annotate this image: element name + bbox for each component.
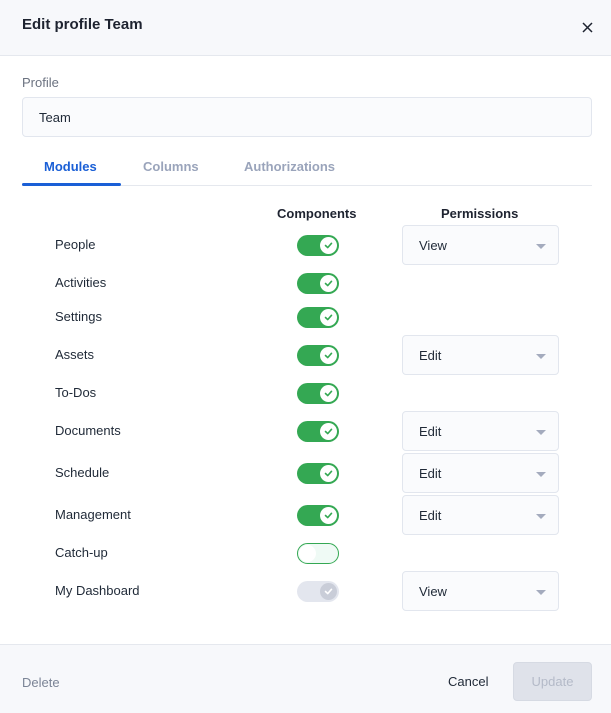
component-toggle bbox=[297, 581, 339, 602]
toggle-knob bbox=[299, 544, 316, 562]
component-toggle[interactable] bbox=[297, 235, 339, 256]
module-name: Schedule bbox=[55, 465, 110, 480]
permission-select[interactable]: Edit bbox=[402, 411, 559, 451]
permission-select[interactable]: Edit bbox=[402, 495, 559, 535]
permission-value: View bbox=[419, 238, 447, 253]
check-icon bbox=[324, 352, 333, 359]
module-name: Management bbox=[55, 507, 131, 522]
permission-select[interactable]: Edit bbox=[402, 335, 559, 375]
chevron-down-icon bbox=[536, 514, 546, 519]
profile-label: Profile bbox=[22, 75, 59, 90]
component-toggle[interactable] bbox=[297, 345, 339, 366]
module-name: To-Dos bbox=[55, 385, 97, 400]
module-name: Documents bbox=[55, 423, 121, 438]
permission-value: Edit bbox=[419, 508, 442, 523]
module-name: Assets bbox=[55, 347, 95, 362]
module-name: Activities bbox=[55, 275, 107, 290]
active-tab-indicator bbox=[22, 183, 121, 186]
components-header: Components bbox=[277, 206, 357, 221]
module-name: People bbox=[55, 237, 96, 252]
tab-bar: Modules Columns Authorizations bbox=[22, 150, 592, 186]
component-toggle[interactable] bbox=[297, 383, 339, 404]
toggle-knob bbox=[320, 583, 337, 600]
toggle-knob bbox=[320, 423, 337, 440]
profile-name-input[interactable] bbox=[22, 97, 592, 137]
tab-authorizations[interactable]: Authorizations bbox=[244, 159, 335, 174]
check-icon bbox=[324, 280, 333, 287]
check-icon bbox=[324, 314, 333, 321]
check-icon bbox=[324, 512, 333, 519]
check-icon bbox=[324, 588, 333, 595]
permissions-header: Permissions bbox=[441, 206, 519, 221]
chevron-down-icon bbox=[536, 354, 546, 359]
toggle-knob bbox=[320, 237, 337, 254]
dialog-header: Edit profile Team bbox=[0, 0, 611, 56]
component-toggle[interactable] bbox=[297, 505, 339, 526]
check-icon bbox=[324, 470, 333, 477]
cancel-button[interactable]: Cancel bbox=[448, 674, 488, 689]
check-icon bbox=[324, 428, 333, 435]
permission-select[interactable]: View bbox=[402, 225, 559, 265]
toggle-knob bbox=[320, 347, 337, 364]
chevron-down-icon bbox=[536, 244, 546, 249]
toggle-knob bbox=[320, 507, 337, 524]
close-icon bbox=[581, 21, 593, 33]
chevron-down-icon bbox=[536, 590, 546, 595]
close-button[interactable] bbox=[577, 17, 597, 37]
toggle-knob bbox=[320, 275, 337, 292]
update-button[interactable]: Update bbox=[513, 662, 592, 701]
component-toggle[interactable] bbox=[297, 273, 339, 294]
permission-value: Edit bbox=[419, 466, 442, 481]
dialog-footer: Delete Cancel Update bbox=[0, 644, 611, 713]
permission-select[interactable]: Edit bbox=[402, 453, 559, 493]
module-name: Catch-up bbox=[55, 545, 108, 560]
tab-columns[interactable]: Columns bbox=[143, 159, 199, 174]
delete-button[interactable]: Delete bbox=[22, 675, 60, 690]
component-toggle[interactable] bbox=[297, 421, 339, 442]
check-icon bbox=[324, 390, 333, 397]
chevron-down-icon bbox=[536, 472, 546, 477]
permission-select[interactable]: View bbox=[402, 571, 559, 611]
component-toggle[interactable] bbox=[297, 543, 339, 564]
module-name: Settings bbox=[55, 309, 102, 324]
dialog-title: Edit profile Team bbox=[22, 16, 143, 33]
permission-value: Edit bbox=[419, 348, 442, 363]
tab-modules[interactable]: Modules bbox=[44, 159, 97, 174]
permission-value: Edit bbox=[419, 424, 442, 439]
component-toggle[interactable] bbox=[297, 307, 339, 328]
check-icon bbox=[324, 242, 333, 249]
toggle-knob bbox=[320, 465, 337, 482]
permission-value: View bbox=[419, 584, 447, 599]
chevron-down-icon bbox=[536, 430, 546, 435]
toggle-knob bbox=[320, 385, 337, 402]
toggle-knob bbox=[320, 309, 337, 326]
component-toggle[interactable] bbox=[297, 463, 339, 484]
module-name: My Dashboard bbox=[55, 583, 140, 598]
